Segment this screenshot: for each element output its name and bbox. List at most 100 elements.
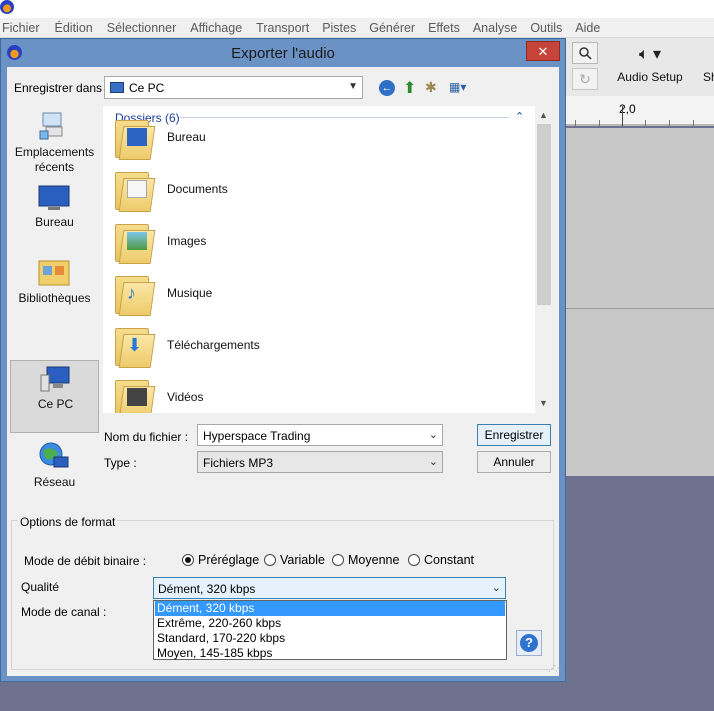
menu-analyse[interactable]: Analyse bbox=[473, 21, 517, 35]
close-button[interactable]: ✕ bbox=[526, 41, 560, 61]
libraries-icon bbox=[38, 257, 70, 286]
save-in-value: Ce PC bbox=[129, 81, 165, 95]
quality-option[interactable]: Dément, 320 kbps bbox=[155, 601, 505, 616]
view-menu-icon[interactable]: ▦▾ bbox=[449, 80, 466, 94]
redo-icon[interactable]: ↻ bbox=[572, 68, 598, 90]
radio-circle bbox=[182, 554, 194, 566]
channel-mode-label: Mode de canal : bbox=[21, 605, 107, 619]
radio-average[interactable]: Moyenne bbox=[332, 553, 407, 567]
export-audio-dialog: Exporter l'audio ✕ Enregistrer dans : Ce… bbox=[0, 38, 566, 682]
radio-variable[interactable]: Variable bbox=[264, 553, 334, 567]
quality-value: Dément, 320 kbps bbox=[158, 582, 256, 596]
menu-fichier[interactable]: Fichier bbox=[2, 21, 40, 35]
bitrate-mode-label: Mode de débit binaire : bbox=[24, 554, 147, 568]
file-list[interactable]: Dossiers (6) ⌃ Bureau Documents Images ♪… bbox=[103, 106, 553, 413]
menu-selectionner[interactable]: Sélectionner bbox=[107, 21, 177, 35]
folder-music-icon: ♪ bbox=[113, 274, 156, 316]
folder-name: Images bbox=[167, 234, 207, 248]
place-label: Bibliothèques bbox=[18, 291, 91, 305]
track-area[interactable] bbox=[565, 128, 714, 476]
audio-setup-label: Audio Setup bbox=[617, 70, 683, 84]
ruler-minor-tick bbox=[575, 120, 576, 126]
menu-generer[interactable]: Générer bbox=[369, 21, 415, 35]
resize-grip-icon[interactable]: ⋰⋰ bbox=[548, 664, 563, 673]
radio-label: Préréglage bbox=[198, 553, 260, 567]
list-item[interactable]: ♪ Musique bbox=[111, 272, 531, 320]
radio-preset[interactable]: Préréglage bbox=[182, 553, 262, 567]
list-item[interactable]: Bureau bbox=[111, 116, 531, 164]
computer-icon bbox=[39, 365, 71, 393]
ruler-minor-tick bbox=[599, 120, 600, 126]
file-type-select[interactable]: Fichiers MP3 ⌄ bbox=[197, 451, 443, 473]
save-button[interactable]: Enregistrer bbox=[477, 424, 551, 446]
folder-pictures-icon bbox=[113, 222, 156, 264]
dialog-body: Enregistrer dans : Ce PC ▼ ← ⬆ ✱ ▦▾ Empl… bbox=[7, 67, 563, 676]
new-folder-icon[interactable]: ✱ bbox=[425, 79, 437, 96]
place-recent[interactable]: Emplacements récents bbox=[10, 107, 99, 180]
filename-value: Hyperspace Trading bbox=[203, 429, 311, 443]
type-label: Type : bbox=[104, 456, 137, 470]
back-arrow-icon[interactable]: ← bbox=[379, 80, 395, 96]
quality-label: Qualité bbox=[21, 580, 60, 594]
track-divider bbox=[565, 308, 714, 309]
timeline-ruler[interactable]: 2,0 bbox=[565, 96, 714, 126]
folder-name: Musique bbox=[167, 286, 213, 300]
menu-affichage[interactable]: Affichage bbox=[190, 21, 242, 35]
recent-places-icon bbox=[38, 111, 70, 140]
quality-dropdown-list: Dément, 320 kbps Extrême, 220-260 kbps S… bbox=[153, 600, 507, 660]
place-network[interactable]: Réseau bbox=[10, 437, 99, 510]
menu-outils[interactable]: Outils bbox=[530, 21, 562, 35]
folder-desktop-icon bbox=[113, 118, 156, 160]
quality-option[interactable]: Extrême, 220-260 kbps bbox=[155, 616, 505, 631]
list-item[interactable]: Images bbox=[111, 220, 531, 268]
menu-pistes[interactable]: Pistes bbox=[322, 21, 356, 35]
ruler-major-tick bbox=[622, 106, 623, 126]
folder-documents-icon bbox=[113, 170, 156, 212]
up-folder-icon[interactable]: ⬆ bbox=[403, 78, 416, 98]
quality-select[interactable]: Dément, 320 kbps ⌄ bbox=[153, 577, 506, 599]
scrollbar-thumb[interactable] bbox=[537, 124, 551, 305]
ruler-minor-tick bbox=[693, 120, 694, 126]
radio-circle bbox=[408, 554, 420, 566]
place-this-pc[interactable]: Ce PC bbox=[10, 360, 99, 433]
menu-effets[interactable]: Effets bbox=[428, 21, 460, 35]
place-desktop[interactable]: Bureau bbox=[10, 180, 99, 253]
scroll-down-icon[interactable]: ▼ bbox=[539, 398, 548, 408]
menu-transport[interactable]: Transport bbox=[256, 21, 309, 35]
dialog-titlebar[interactable]: Exporter l'audio ✕ bbox=[1, 39, 565, 67]
place-libraries[interactable]: Bibliothèques bbox=[10, 253, 99, 326]
computer-icon bbox=[110, 82, 124, 93]
share-audio-label[interactable]: Sh bbox=[703, 70, 714, 84]
radio-constant[interactable]: Constant bbox=[408, 553, 478, 567]
chevron-down-icon[interactable]: ⌄ bbox=[429, 428, 438, 441]
place-label: Réseau bbox=[33, 475, 76, 489]
folder-name: Bureau bbox=[167, 130, 206, 144]
menu-aide[interactable]: Aide bbox=[575, 21, 600, 35]
list-item[interactable]: Documents bbox=[111, 168, 531, 216]
folder-name: Téléchargements bbox=[167, 338, 260, 352]
save-in-dropdown[interactable]: Ce PC ▼ bbox=[104, 76, 363, 99]
cancel-button[interactable]: Annuler bbox=[477, 451, 551, 473]
help-icon: ? bbox=[520, 634, 538, 652]
quality-option[interactable]: Moyen, 145-185 kbps bbox=[155, 646, 505, 661]
quality-option[interactable]: Standard, 170-220 kbps bbox=[155, 631, 505, 646]
filename-field[interactable]: Hyperspace Trading ⌄ bbox=[197, 424, 443, 446]
help-button[interactable]: ? bbox=[516, 630, 542, 656]
chevron-down-icon: ⌄ bbox=[491, 582, 501, 594]
ruler-minor-tick bbox=[669, 120, 670, 126]
place-label: Ce PC bbox=[37, 397, 74, 411]
speaker-icon: 🔈︎ ▾ bbox=[638, 46, 662, 63]
magnifier-icon[interactable] bbox=[572, 42, 598, 64]
menu-edition[interactable]: Édition bbox=[55, 21, 93, 35]
radio-circle bbox=[332, 554, 344, 566]
audacity-logo-icon bbox=[0, 0, 14, 14]
scroll-up-icon[interactable]: ▲ bbox=[539, 110, 548, 120]
audio-setup-button[interactable]: 🔈︎ ▾ Audio Setup bbox=[608, 40, 692, 92]
ruler-minor-tick bbox=[645, 120, 646, 126]
file-list-scrollbar[interactable]: ▲ ▼ bbox=[535, 106, 553, 413]
format-options-title: Options de format bbox=[18, 515, 118, 529]
filename-label: Nom du fichier : bbox=[104, 430, 189, 444]
chevron-down-icon: ▼ bbox=[348, 81, 358, 92]
list-item[interactable]: ⬇ Téléchargements bbox=[111, 324, 531, 372]
list-item[interactable]: Vidéos bbox=[111, 376, 531, 413]
